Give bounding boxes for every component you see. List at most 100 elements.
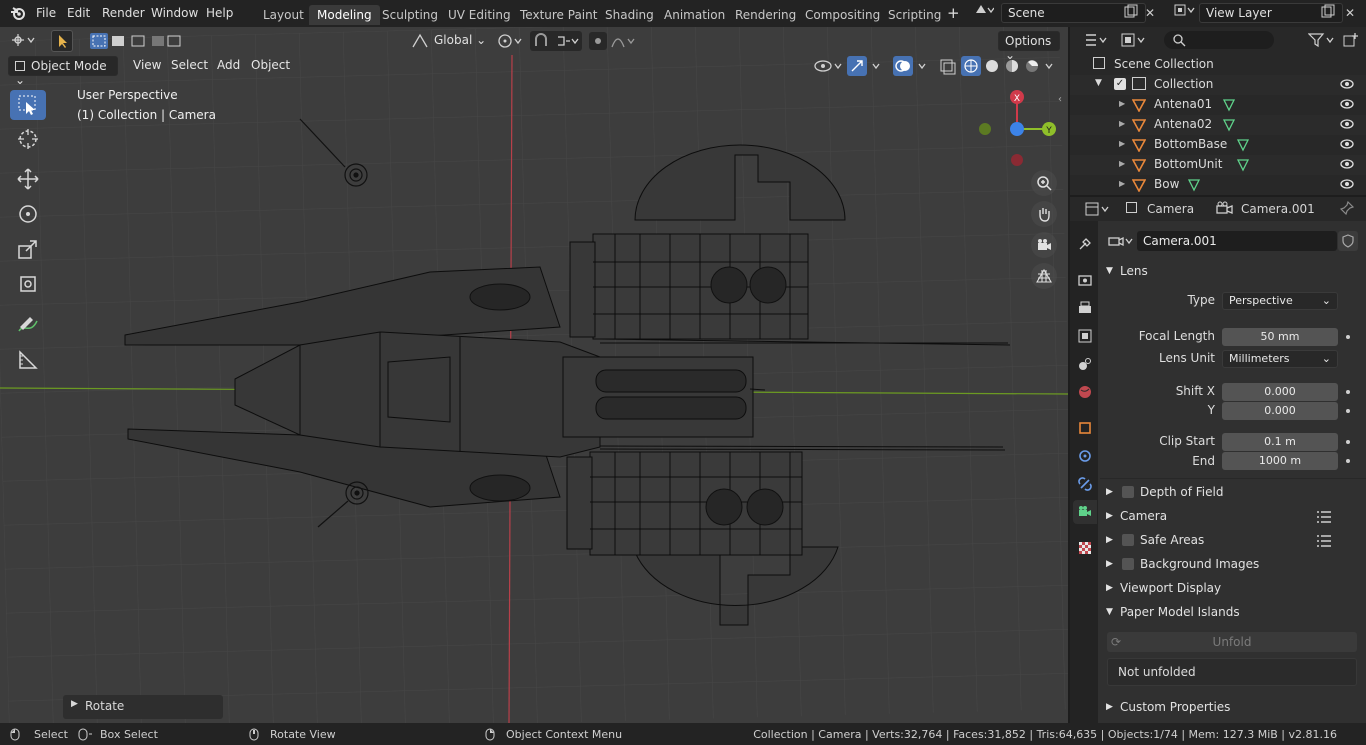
- camera-view-icon[interactable]: [1031, 232, 1057, 258]
- panel-enable-checkbox[interactable]: [1122, 534, 1134, 546]
- viewport-menu-object[interactable]: Object: [251, 58, 290, 72]
- mesh-data-icon[interactable]: [1187, 178, 1201, 195]
- viewport-menu-view[interactable]: View: [133, 58, 161, 72]
- keyframe-dot-icon[interactable]: [1346, 459, 1350, 463]
- copy-scene-icon[interactable]: [1121, 4, 1141, 24]
- tab-uv-editing[interactable]: UV Editing: [440, 5, 519, 25]
- panel-enable-checkbox[interactable]: [1122, 558, 1134, 570]
- object-mode-dropdown[interactable]: Object Mode ⌄: [8, 56, 118, 87]
- tab-view-layer-icon[interactable]: [1073, 324, 1097, 348]
- presets-list-icon[interactable]: [1316, 534, 1332, 551]
- measure-tool-icon[interactable]: [10, 345, 46, 375]
- close-view-layer-icon[interactable]: ✕: [1342, 3, 1358, 23]
- collapse-sidebar-icon[interactable]: ‹: [1058, 94, 1066, 108]
- zoom-icon[interactable]: [1031, 170, 1057, 196]
- visibility-eye-icon[interactable]: [1340, 118, 1354, 133]
- editor-type-icon[interactable]: [5, 31, 41, 51]
- shift-x-field[interactable]: 0.000: [1222, 383, 1338, 401]
- scene-selector-icon[interactable]: [970, 3, 998, 23]
- pin-icon[interactable]: [1339, 200, 1355, 218]
- mesh-data-icon[interactable]: [1222, 98, 1236, 115]
- viewport-scene[interactable]: [0, 27, 1068, 723]
- camera-datablock-selector[interactable]: [1107, 231, 1135, 251]
- tab-physics-icon[interactable]: [1073, 444, 1097, 468]
- navigation-gizmo[interactable]: X Y: [975, 87, 1060, 172]
- close-scene-icon[interactable]: ✕: [1142, 3, 1158, 23]
- annotate-tool-icon[interactable]: [10, 310, 46, 340]
- outliner-object-row[interactable]: ▶ Antena02: [1070, 115, 1366, 135]
- panel-camera[interactable]: ▶ Camera: [1102, 507, 1358, 529]
- expand-arrow-icon[interactable]: ▶: [1119, 119, 1125, 128]
- expand-arrow-icon[interactable]: ▶: [1119, 139, 1125, 148]
- scale-tool-icon[interactable]: [10, 234, 46, 264]
- ortho-grid-icon[interactable]: [1031, 263, 1057, 289]
- mesh-data-icon[interactable]: [1236, 158, 1250, 175]
- menu-render[interactable]: Render: [102, 6, 145, 20]
- keyframe-dot-icon[interactable]: [1346, 409, 1350, 413]
- move-tool-icon[interactable]: [10, 164, 46, 194]
- transform-orientation-icon[interactable]: [412, 33, 428, 49]
- tab-output-icon[interactable]: [1073, 296, 1097, 320]
- tab-layout[interactable]: Layout: [255, 5, 312, 25]
- tab-animation[interactable]: Animation: [656, 5, 733, 25]
- viewport-menu-select[interactable]: Select: [171, 58, 208, 72]
- keyframe-dot-icon[interactable]: [1346, 390, 1350, 394]
- new-collection-icon[interactable]: [1342, 32, 1360, 48]
- panel-paper-model-islands[interactable]: ▼ Paper Model Islands: [1102, 603, 1358, 625]
- 3d-viewport[interactable]: Global ⌄ Options ⌄ Object Mode ⌄ View Se…: [0, 27, 1068, 723]
- panel-custom-properties[interactable]: ▶ Custom Properties: [1102, 698, 1358, 720]
- tab-scripting[interactable]: Scripting: [880, 5, 949, 25]
- clip-start-field[interactable]: 0.1 m: [1222, 433, 1338, 451]
- outliner-search-input[interactable]: [1164, 31, 1274, 49]
- selection-mode-icons[interactable]: [88, 31, 184, 51]
- clip-end-field[interactable]: 1000 m: [1222, 452, 1338, 470]
- presets-list-icon[interactable]: [1316, 510, 1332, 527]
- menu-help[interactable]: Help: [206, 6, 233, 20]
- outliner-display-mode-icon[interactable]: [1084, 32, 1112, 48]
- visibility-eye-icon[interactable]: [1340, 98, 1354, 113]
- collection-checkbox[interactable]: ✓: [1114, 78, 1126, 90]
- tab-compositing[interactable]: Compositing: [797, 5, 888, 25]
- snap-icon[interactable]: [530, 31, 582, 51]
- panel-safe-areas[interactable]: ▶ Safe Areas: [1102, 531, 1358, 553]
- xray-toggle-icon[interactable]: [939, 56, 957, 76]
- menu-window[interactable]: Window: [151, 6, 198, 20]
- tab-constraints-icon[interactable]: [1073, 472, 1097, 496]
- transform-tool-icon[interactable]: [10, 269, 46, 299]
- visibility-eye-icon[interactable]: [1340, 138, 1354, 153]
- tab-rendering[interactable]: Rendering: [727, 5, 804, 25]
- fake-user-shield-icon[interactable]: [1338, 231, 1358, 251]
- select-box-tool-icon[interactable]: [10, 90, 46, 120]
- pan-hand-icon[interactable]: [1031, 201, 1057, 227]
- properties-editor-type-icon[interactable]: [1084, 201, 1112, 217]
- keyframe-dot-icon[interactable]: [1346, 335, 1350, 339]
- options-dropdown[interactable]: Options ⌄: [998, 31, 1060, 62]
- visibility-eye-icon[interactable]: [1340, 158, 1354, 173]
- tab-texture-paint[interactable]: Texture Paint: [512, 5, 605, 25]
- visibility-eye-icon[interactable]: [1340, 78, 1354, 93]
- visibility-eye-icon[interactable]: [1340, 178, 1354, 193]
- outliner-object-row[interactable]: ▶ Antena01: [1070, 95, 1366, 115]
- gizmo-toggle-icon[interactable]: [847, 56, 887, 76]
- panel-background-images[interactable]: ▶ Background Images: [1102, 555, 1358, 577]
- focal-length-field[interactable]: 50 mm: [1222, 328, 1338, 346]
- keyframe-dot-icon[interactable]: [1346, 440, 1350, 444]
- outliner-object-row[interactable]: ▶ Bow: [1070, 175, 1366, 195]
- expand-arrow-icon[interactable]: ▶: [1119, 179, 1125, 188]
- outliner-object-row[interactable]: ▶ BottomBase: [1070, 135, 1366, 155]
- shading-mode-icons[interactable]: [961, 56, 1061, 76]
- tab-texture-icon[interactable]: [1073, 536, 1097, 560]
- tab-camera-data-icon[interactable]: [1073, 500, 1097, 524]
- last-operator-panel[interactable]: ▶ Rotate: [63, 695, 223, 719]
- copy-view-layer-icon[interactable]: [1318, 4, 1338, 24]
- outliner-filter-icon[interactable]: [1307, 32, 1338, 48]
- camera-datablock-name-field[interactable]: Camera.001: [1137, 231, 1337, 251]
- tab-sculpting[interactable]: Sculpting: [374, 5, 446, 25]
- panel-lens[interactable]: ▼ Lens: [1102, 262, 1358, 284]
- outliner-object-row[interactable]: ▶ BottomUnit: [1070, 155, 1366, 175]
- blender-logo-icon[interactable]: [10, 5, 26, 21]
- view-layer-selector-icon[interactable]: [1169, 3, 1199, 23]
- unfold-button[interactable]: ⟳ Unfold: [1107, 632, 1357, 652]
- mesh-data-icon[interactable]: [1236, 138, 1250, 155]
- outliner-filter-view-icon[interactable]: [1120, 32, 1148, 48]
